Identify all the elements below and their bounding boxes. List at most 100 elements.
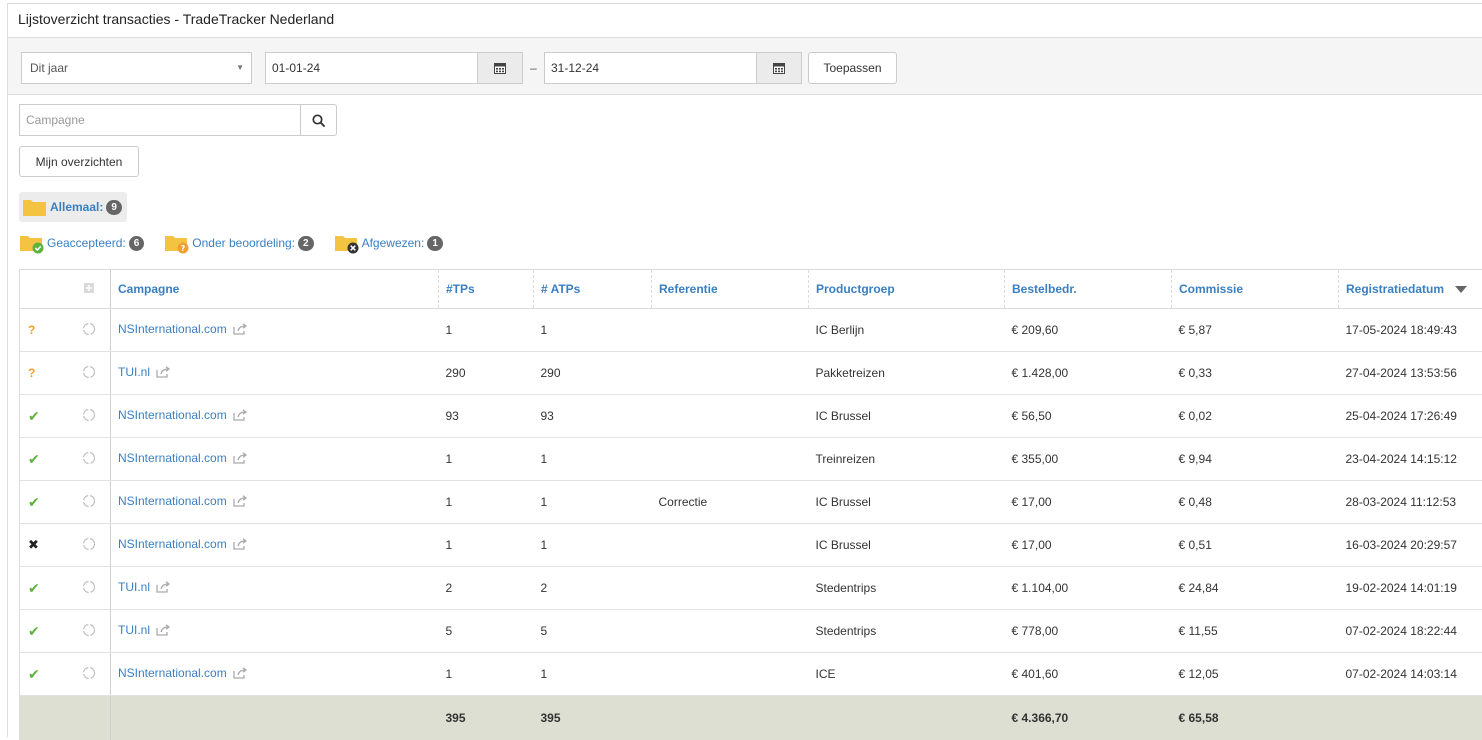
row-campaign-cell: TUI.nl [111, 610, 439, 653]
row-details-cell[interactable] [70, 395, 111, 438]
campaign-link[interactable]: TUI.nl [118, 580, 150, 594]
row-details-icon [82, 411, 96, 425]
row-commission: € 12,05 [1172, 653, 1339, 696]
row-order-amount: € 17,00 [1005, 524, 1172, 567]
row-details-cell[interactable] [70, 352, 111, 395]
row-details-icon [82, 583, 96, 597]
row-productgroup: Pakketreizen [809, 352, 1005, 395]
external-link-icon[interactable] [233, 667, 248, 682]
totals-empty-cell [20, 696, 70, 740]
row-atps: 5 [534, 610, 652, 653]
status-all-count: 9 [106, 200, 122, 215]
total-commission: € 65,58 [1172, 696, 1339, 740]
row-tps: 93 [439, 395, 534, 438]
svg-text:?: ? [181, 244, 186, 253]
accepted-status-icon: ✔ [28, 580, 40, 596]
apply-button[interactable]: Toepassen [808, 52, 897, 84]
calendar-to-button[interactable] [756, 52, 802, 84]
table-row: ?TUI.nl290290Pakketreizen€ 1.428,00€ 0,3… [20, 352, 1482, 395]
transactions-table: Campagne #TPs # ATPs Referentie Productg… [19, 269, 1482, 740]
campaign-link[interactable]: NSInternational.com [118, 322, 227, 336]
row-details-cell[interactable] [70, 524, 111, 567]
row-details-cell[interactable] [70, 567, 111, 610]
accepted-status-icon: ✔ [28, 623, 40, 639]
external-link-icon[interactable] [233, 323, 248, 338]
campaign-link[interactable]: NSInternational.com [118, 408, 227, 422]
row-atps: 1 [534, 481, 652, 524]
campaign-link[interactable]: TUI.nl [118, 623, 150, 637]
filter-bar: Dit jaar ▼ 01-01-24 – 31-12-24 Toepassen [8, 38, 1482, 95]
totals-empty-cell [70, 696, 111, 740]
row-details-cell[interactable] [70, 481, 111, 524]
campaign-link[interactable]: NSInternational.com [118, 666, 227, 680]
totals-row: 395395€ 4.366,70€ 65,58 [20, 696, 1482, 740]
external-link-icon[interactable] [233, 452, 248, 467]
status-rejected-label: Afgewezen: [362, 236, 425, 250]
row-atps: 1 [534, 653, 652, 696]
row-details-cell[interactable] [70, 610, 111, 653]
campaign-link[interactable]: NSInternational.com [118, 494, 227, 508]
status-filter-pending[interactable]: ? Onder beoordeling: 2 [164, 232, 313, 254]
period-select[interactable]: Dit jaar ▼ [21, 52, 252, 84]
header-productgroup[interactable]: Productgroep [809, 270, 1005, 309]
external-link-icon[interactable] [156, 366, 171, 381]
external-link-icon[interactable] [156, 581, 171, 596]
header-expand[interactable] [70, 270, 111, 309]
external-link-icon[interactable] [233, 495, 248, 510]
status-pending-label: Onder beoordeling: [192, 236, 295, 250]
row-commission: € 11,55 [1172, 610, 1339, 653]
header-campaign[interactable]: Campagne [111, 270, 439, 309]
date-to-input[interactable]: 31-12-24 [544, 52, 757, 84]
total-order-amount: € 4.366,70 [1005, 696, 1172, 740]
campaign-link[interactable]: TUI.nl [118, 365, 150, 379]
row-productgroup: IC Brussel [809, 395, 1005, 438]
totals-empty-cell [1339, 696, 1482, 740]
external-link-icon[interactable] [233, 538, 248, 553]
row-productgroup: Treinreizen [809, 438, 1005, 481]
status-filter-all[interactable]: Allemaal: 9 [19, 192, 127, 222]
row-details-cell[interactable] [70, 653, 111, 696]
calendar-icon [494, 62, 506, 74]
status-filter-accepted[interactable]: Geaccepteerd: 6 [19, 232, 144, 254]
header-registration-date-label: Registratiedatum [1346, 282, 1444, 296]
external-link-icon[interactable] [156, 624, 171, 639]
row-status-cell: ✔ [20, 567, 70, 610]
row-campaign-cell: TUI.nl [111, 352, 439, 395]
table-row: ✔NSInternational.com9393IC Brussel€ 56,5… [20, 395, 1482, 438]
row-details-cell[interactable] [70, 309, 111, 352]
header-tps[interactable]: #TPs [439, 270, 534, 309]
row-registration-date: 19-02-2024 14:01:19 [1339, 567, 1482, 610]
header-reference[interactable]: Referentie [652, 270, 809, 309]
external-link-icon[interactable] [233, 409, 248, 424]
row-atps: 290 [534, 352, 652, 395]
row-commission: € 0,51 [1172, 524, 1339, 567]
row-reference: Correctie [652, 481, 809, 524]
row-status-cell: ✔ [20, 481, 70, 524]
calendar-from-button[interactable] [477, 52, 523, 84]
row-details-icon [82, 368, 96, 382]
header-order-amount[interactable]: Bestelbedr. [1005, 270, 1172, 309]
totals-empty-cell [111, 696, 439, 740]
header-atps[interactable]: # ATPs [534, 270, 652, 309]
row-details-icon [82, 626, 96, 640]
my-overviews-button[interactable]: Mijn overzichten [19, 146, 139, 177]
campaign-search-input[interactable]: Campagne [19, 104, 301, 136]
date-from-input[interactable]: 01-01-24 [265, 52, 478, 84]
row-details-cell[interactable] [70, 438, 111, 481]
row-reference [652, 567, 809, 610]
status-filter-rejected[interactable]: Afgewezen: 1 [334, 232, 443, 254]
total-atps: 395 [534, 696, 652, 740]
status-pending-count: 2 [298, 236, 314, 251]
folder-rejected-icon [334, 232, 360, 254]
campaign-link[interactable]: NSInternational.com [118, 451, 227, 465]
totals-empty-cell [809, 696, 1005, 740]
row-registration-date: 27-04-2024 13:53:56 [1339, 352, 1482, 395]
header-commission[interactable]: Commissie [1172, 270, 1339, 309]
row-campaign-cell: NSInternational.com [111, 309, 439, 352]
row-order-amount: € 778,00 [1005, 610, 1172, 653]
search-button[interactable] [300, 104, 337, 136]
campaign-link[interactable]: NSInternational.com [118, 537, 227, 551]
header-registration-date[interactable]: Registratiedatum [1339, 270, 1482, 309]
row-reference [652, 352, 809, 395]
row-reference [652, 438, 809, 481]
